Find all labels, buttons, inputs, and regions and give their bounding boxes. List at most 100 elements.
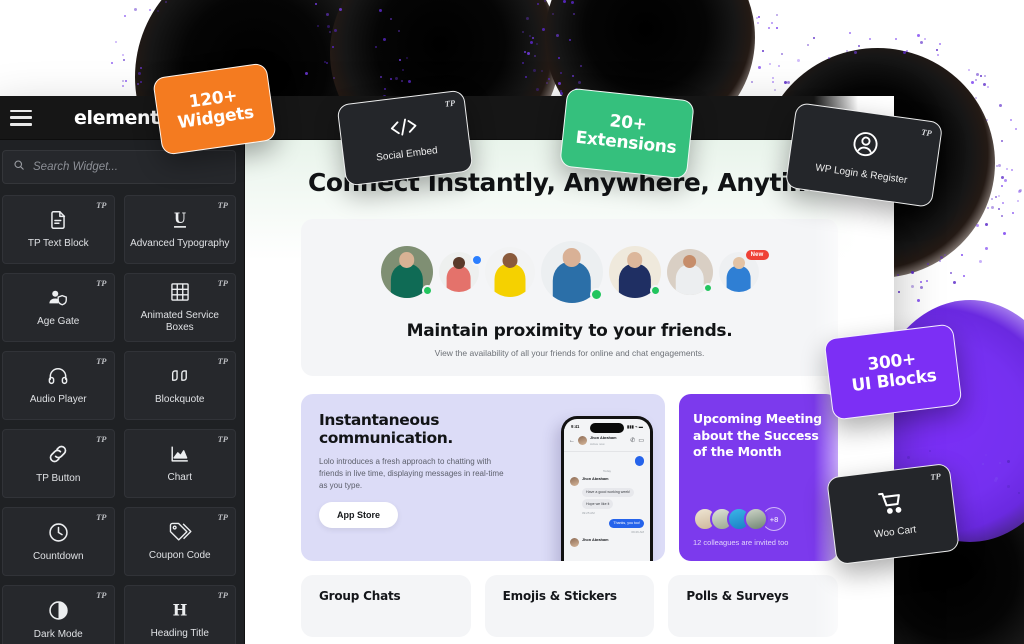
widget-card-blockquote[interactable]: TP Blockquote xyxy=(123,351,236,420)
feature-chips-row: Group Chats Emojis & Stickers Polls & Surv… xyxy=(301,575,839,637)
feature-chip-emojis-stickers[interactable]: Emojis & Stickers xyxy=(484,575,655,637)
widget-card-animated-service-boxes[interactable]: TP Animated Service Boxes xyxy=(123,273,236,342)
app-store-button[interactable]: App Store xyxy=(319,502,399,529)
avatar-item[interactable] xyxy=(540,241,603,303)
upcoming-meeting-card: Upcoming Meeting about the Success of th… xyxy=(679,394,838,561)
avatar-item[interactable] xyxy=(484,247,535,297)
friends-availability-card: New Maintain proximity to your friends. … xyxy=(301,219,838,376)
widget-card-advanced-typography[interactable]: TP U Advanced Typography xyxy=(123,195,236,264)
friends-subtext: View the availability of all your friend… xyxy=(434,348,705,358)
phone-screen: 9:41 ▮▮▮ ⌁ ▬ ← Jhon Abraham Active now ✆… xyxy=(564,419,650,561)
avatar-item[interactable] xyxy=(608,246,661,298)
widget-card-heading-title[interactable]: TP H Heading Title xyxy=(123,585,236,644)
avatar-item[interactable] xyxy=(380,246,433,298)
clock-icon xyxy=(47,521,70,544)
phone-icon[interactable]: ✆ xyxy=(630,437,635,444)
badge-120-widgets[interactable]: 120+ Widgets xyxy=(152,62,277,156)
tp-badge: TP xyxy=(96,590,107,600)
feature-cards-row: Instantaneous communication. Lolo introd… xyxy=(301,394,838,561)
widget-label: Dark Mode xyxy=(33,628,83,640)
widget-label: Animated Service Boxes xyxy=(140,310,219,333)
tp-badge: TP xyxy=(217,512,228,522)
badge-line2: Widgets xyxy=(176,102,256,134)
widget-card-tp-text-block[interactable]: TP TP Text Block xyxy=(2,195,115,264)
arrow-left-icon[interactable]: ← xyxy=(569,438,575,444)
tp-mark: TP xyxy=(929,470,942,483)
editor-canvas: Connect Instantly, Anywhere, Anytime New… xyxy=(245,140,894,644)
chat-message-sender: Jhon Abraham xyxy=(582,538,609,543)
tp-badge: TP xyxy=(217,434,228,444)
widget-card-age-gate[interactable]: TP Age Gate xyxy=(2,273,115,342)
code-brackets-icon xyxy=(387,114,420,144)
status-dot-busy xyxy=(470,254,483,266)
chat-bubble: Have a good working week! xyxy=(582,487,635,498)
search-input[interactable] xyxy=(33,161,225,173)
status-dot-online xyxy=(421,285,433,296)
status-badge: New xyxy=(745,250,769,260)
widget-label: Heading Title xyxy=(150,628,209,639)
badge-woo-cart[interactable]: TP Woo Cart xyxy=(826,462,960,566)
tp-badge: TP xyxy=(217,278,228,288)
meeting-attendee-avatars: +8 xyxy=(693,507,824,531)
avatar-item[interactable] xyxy=(438,252,483,292)
screenshot-root: elementor TPTP Text BlockTPUAdvanced Typ… xyxy=(0,0,1024,644)
tp-badge: TP xyxy=(96,200,107,210)
widget-label: TP Text Block xyxy=(27,238,89,249)
badge-300-ui-blocks[interactable]: 300+ UI Blocks xyxy=(823,323,963,421)
feature-chip-group-chats[interactable]: Group Chats xyxy=(301,575,471,637)
avatar-row: New xyxy=(315,241,824,303)
status-dot-online xyxy=(589,288,603,301)
widget-label: Coupon Code xyxy=(148,550,211,561)
tp-mark: TP xyxy=(920,126,933,139)
widget-card-countdown[interactable]: TP Countdown xyxy=(2,507,115,576)
badge-social-embed[interactable]: TP Social Embed xyxy=(336,89,474,187)
user-circle-icon xyxy=(849,128,881,165)
badge-20-extensions[interactable]: 20+ Extensions xyxy=(559,87,695,180)
avatar xyxy=(570,538,579,548)
avatar-item[interactable] xyxy=(666,249,713,295)
phone-signal-icons: ▮▮▮ ⌁ ▬ xyxy=(627,424,643,429)
widget-label: Countdown xyxy=(32,550,84,562)
phone-notch xyxy=(590,423,624,433)
heading-h-icon: H xyxy=(168,599,192,621)
avatar xyxy=(570,476,579,486)
phone-time: 9:41 xyxy=(571,424,580,429)
widget-grid: TP TP Text Block TP U Advanced Typography TP A… xyxy=(2,195,236,644)
widget-card-audio-player[interactable]: TP Audio Player xyxy=(2,351,115,420)
contrast-circle-icon xyxy=(47,599,70,622)
headphones-icon xyxy=(46,365,70,387)
widget-card-dark-mode[interactable]: TP Dark Mode xyxy=(2,585,115,644)
widget-card-chart[interactable]: TP Chart xyxy=(123,429,236,498)
chat-day-divider: Today xyxy=(602,468,611,473)
meeting-note: 12 colleagues are invited too xyxy=(693,538,789,547)
tp-badge: TP xyxy=(96,278,107,288)
shopping-cart-icon xyxy=(875,488,909,522)
feature-chip-polls-surveys[interactable]: Polls & Surveys xyxy=(668,575,839,637)
widget-label: Advanced Typography xyxy=(130,238,230,249)
phone-mockup: 9:41 ▮▮▮ ⌁ ▬ ← Jhon Abraham Active now ✆… xyxy=(561,416,653,561)
widget-panel: TP TP Text Block TP U Advanced Typography TP A… xyxy=(0,140,245,644)
chat-bubble xyxy=(635,456,644,466)
widget-label: TP Button xyxy=(36,473,81,484)
avatar-item[interactable]: New xyxy=(718,250,769,292)
search-widget-box[interactable] xyxy=(2,150,236,184)
chat-thread: Today Jhon Abraham Have a good working w… xyxy=(564,452,650,551)
grid-icon xyxy=(169,281,191,303)
tp-badge: TP xyxy=(96,356,107,366)
widget-card-coupon-code[interactable]: TP Coupon Code xyxy=(123,507,236,576)
badge-label: Woo Cart xyxy=(873,524,917,541)
hamburger-icon[interactable] xyxy=(10,109,32,126)
chat-contact-status: Active now xyxy=(590,441,605,446)
widget-label: Age Gate xyxy=(37,316,80,327)
tp-badge: TP xyxy=(96,434,107,444)
widget-card-tp-button[interactable]: TP TP Button xyxy=(2,429,115,498)
link-chain-icon xyxy=(46,442,70,466)
tag-icon xyxy=(168,521,192,543)
avatar xyxy=(578,436,587,446)
tp-mark: TP xyxy=(444,97,456,109)
tp-badge: TP xyxy=(217,356,228,366)
avatar xyxy=(744,507,768,531)
instant-communication-card: Instantaneous communication. Lolo introd… xyxy=(301,394,665,561)
status-dot-online xyxy=(649,285,661,296)
video-camera-icon[interactable]: ▭ xyxy=(638,437,644,444)
